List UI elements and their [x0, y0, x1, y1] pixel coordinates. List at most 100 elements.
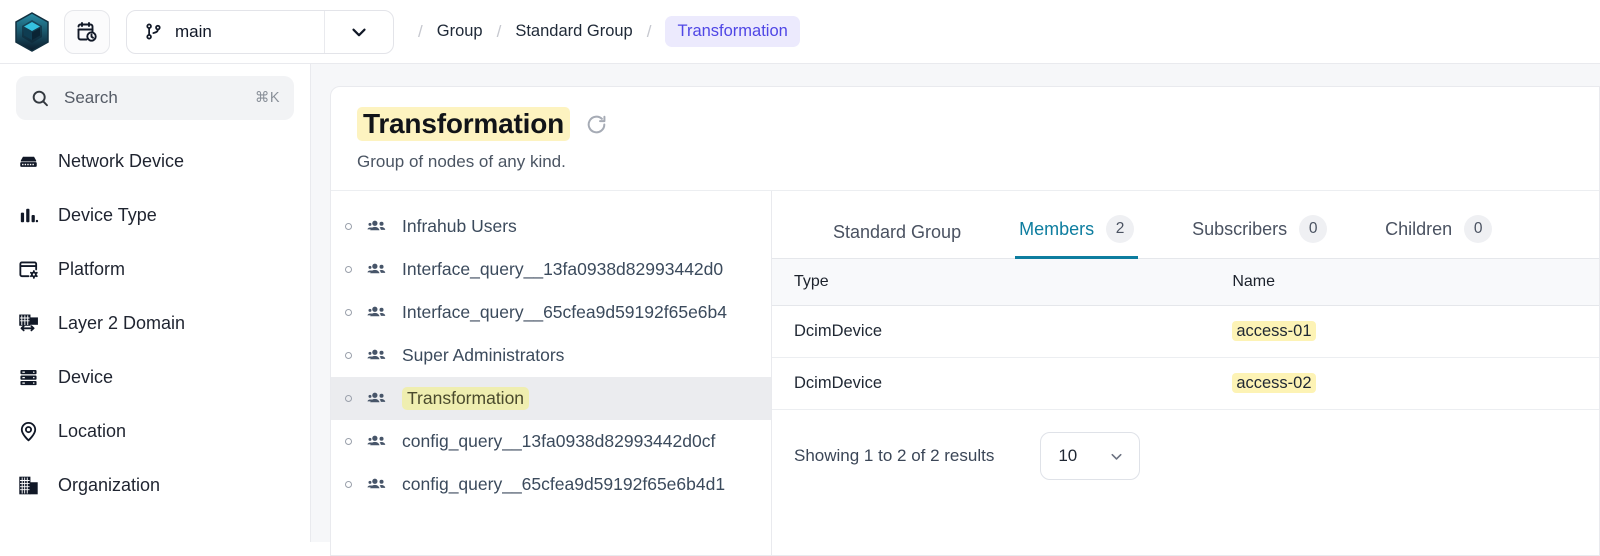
calendar-clock-button[interactable]	[64, 9, 110, 54]
tab-subscribers[interactable]: Subscribers 0	[1163, 215, 1356, 258]
page-size-select[interactable]: 10	[1040, 432, 1141, 480]
pagination: Showing 1 to 2 of 2 results 10	[772, 410, 1599, 480]
cell-name-value: access-01	[1232, 321, 1316, 341]
list-item[interactable]: Interface_query__65cfea9d59192f65e6b4	[331, 291, 771, 334]
tab-label: Subscribers	[1192, 218, 1288, 239]
column-header-type[interactable]: Type	[772, 259, 1211, 306]
tab-children[interactable]: Children 0	[1356, 215, 1521, 258]
sidebar-item-label: Network Device	[58, 150, 185, 171]
tab-badge: 0	[1464, 215, 1493, 243]
search-placeholder: Search	[64, 88, 118, 107]
list-item-label: config_query__65cfea9d59192f65e6b4d1	[402, 474, 726, 494]
group-people-icon	[366, 474, 388, 496]
search-input[interactable]: Search ⌘K	[16, 76, 294, 120]
organization-building-icon	[16, 473, 40, 497]
cell-name-value: access-02	[1232, 373, 1316, 393]
list-item[interactable]: config_query__13fa0938d82993442d0cf	[331, 420, 771, 463]
branch-selector[interactable]: main	[126, 9, 394, 54]
list-item[interactable]: Interface_query__13fa0938d82993442d0	[331, 248, 771, 291]
bullet-icon	[345, 395, 352, 402]
breadcrumb-item-standard-group[interactable]: Standard Group	[515, 22, 632, 41]
list-item-label: Transformation	[402, 387, 530, 410]
page-size-value: 10	[1058, 446, 1078, 465]
sidebar-item-device-type[interactable]: Device Type	[0, 188, 310, 242]
sidebar-item-layer-2-domain[interactable]: Layer 2 Domain	[0, 296, 310, 350]
tab-standard-group[interactable]: Standard Group	[804, 222, 990, 258]
breadcrumb-item-transformation[interactable]: Transformation	[665, 16, 800, 47]
page-subtitle: Group of nodes of any kind.	[357, 152, 566, 171]
bullet-icon	[345, 481, 352, 488]
sidebar-nav: Network Device Device Type Platform Laye…	[0, 134, 310, 512]
breadcrumb-separator: /	[418, 21, 423, 41]
branch-dropdown-toggle[interactable]	[325, 11, 393, 53]
tab-label: Children	[1385, 218, 1453, 239]
sidebar-item-label: Device	[58, 366, 114, 387]
location-pin-icon	[16, 419, 40, 443]
sidebar-item-label: Device Type	[58, 204, 157, 225]
sidebar-item-organization[interactable]: Organization	[0, 458, 310, 512]
bullet-icon	[345, 352, 352, 359]
list-item-label: Interface_query__13fa0938d82993442d0	[402, 259, 724, 279]
sidebar-item-device[interactable]: Device	[0, 350, 310, 404]
list-item-label: Infrahub Users	[402, 216, 517, 236]
title-row: Transformation	[357, 107, 1573, 141]
page-title: Transformation	[357, 107, 571, 141]
group-people-icon	[366, 431, 388, 453]
bullet-icon	[345, 223, 352, 230]
tab-members[interactable]: Members 2	[990, 215, 1163, 259]
list-item-selected[interactable]: Transformation	[331, 377, 771, 420]
top-bar: main / Group / Standard Group / Transfor…	[0, 0, 1600, 64]
sidebar-item-label: Layer 2 Domain	[58, 312, 186, 333]
cell-type: DcimDevice	[772, 357, 1211, 410]
tab-label: Members	[1019, 218, 1095, 239]
chevron-down-icon	[352, 28, 366, 36]
main-content: Transformation Group of nodes of any kin…	[311, 64, 1600, 556]
detail-card: Transformation Group of nodes of any kin…	[330, 86, 1600, 556]
sidebar-item-platform[interactable]: Platform	[0, 242, 310, 296]
card-body: Infrahub Users Interface_query__13fa0938…	[331, 191, 1599, 555]
sidebar-item-network-device[interactable]: Network Device	[0, 134, 310, 188]
branch-name: main	[175, 21, 212, 41]
git-branch-icon	[146, 23, 161, 40]
refresh-icon	[587, 115, 606, 133]
list-item[interactable]: config_query__65cfea9d59192f65e6b4d1	[331, 463, 771, 506]
tab-bar: Standard Group Members 2 Subscribers 0 C…	[772, 191, 1599, 259]
group-people-icon	[366, 259, 388, 281]
search-shortcut: ⌘K	[254, 90, 280, 106]
server-stack-icon	[16, 365, 40, 389]
sidebar-item-label: Platform	[58, 258, 126, 279]
detail-panel: Standard Group Members 2 Subscribers 0 C…	[772, 191, 1599, 555]
cell-name: access-01	[1210, 305, 1599, 358]
bullet-icon	[345, 309, 352, 316]
group-people-icon	[366, 302, 388, 324]
app-logo-button[interactable]	[12, 11, 52, 52]
table-row[interactable]: DcimDevice access-02	[772, 357, 1599, 410]
group-people-icon	[366, 388, 388, 410]
tab-label: Standard Group	[833, 222, 962, 242]
breadcrumb: / Group / Standard Group / Transformatio…	[404, 16, 800, 47]
sidebar-item-location[interactable]: Location	[0, 404, 310, 458]
list-item[interactable]: Super Administrators	[331, 334, 771, 377]
tab-badge: 2	[1106, 215, 1135, 243]
table-header: Type Name	[772, 259, 1599, 306]
group-people-icon	[366, 345, 388, 367]
platform-window-gear-icon	[16, 257, 40, 281]
breadcrumb-separator: /	[646, 21, 652, 41]
list-item-label: Interface_query__65cfea9d59192f65e6b4	[402, 302, 727, 322]
column-header-name[interactable]: Name	[1210, 259, 1599, 306]
breadcrumb-item-group[interactable]: Group	[437, 22, 483, 41]
sidebar-item-label: Organization	[58, 474, 161, 495]
refresh-button[interactable]	[584, 112, 609, 137]
chevron-down-icon	[1111, 453, 1122, 460]
cell-name: access-02	[1210, 357, 1599, 410]
search-icon	[32, 90, 48, 106]
list-item[interactable]: Infrahub Users	[331, 205, 771, 248]
branch-selector-value[interactable]: main	[127, 10, 325, 53]
list-item-label: config_query__13fa0938d82993442d0cf	[402, 431, 716, 451]
sidebar: Search ⌘K Network Device Device Type Pla…	[0, 64, 311, 542]
table-row[interactable]: DcimDevice access-01	[772, 305, 1599, 358]
group-list[interactable]: Infrahub Users Interface_query__13fa0938…	[331, 191, 772, 555]
sidebar-item-label: Location	[58, 420, 127, 441]
group-people-icon	[366, 216, 388, 238]
bar-chart-icon	[16, 203, 40, 227]
